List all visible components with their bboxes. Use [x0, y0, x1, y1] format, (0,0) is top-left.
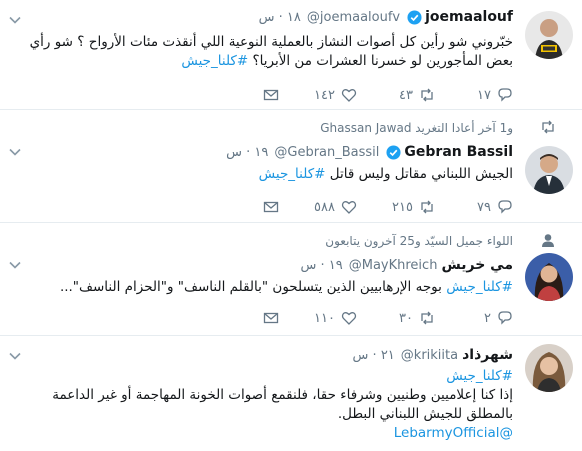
avatar[interactable] [525, 253, 573, 301]
hashtag-link[interactable]: #كلنا_جيش [259, 166, 326, 182]
reply-button[interactable]: ٢ [435, 310, 513, 326]
direct-message-button[interactable] [249, 199, 279, 215]
tweet-text: خبّروني شو رأين كل أصوات النشاز بالعملية… [23, 33, 513, 71]
reply-icon [498, 311, 512, 325]
direct-message-button[interactable] [249, 310, 279, 326]
author-name[interactable]: شهرذاد [462, 347, 513, 363]
author-handle[interactable]: @krikiita [401, 348, 458, 363]
like-count: ١٤٢ [314, 87, 335, 103]
person-follow-icon [542, 234, 554, 247]
tweet-text-line-2: بعض المأجورين لو خسرنا العشرات من الأبري… [23, 52, 513, 71]
author-handle[interactable]: @MayKhreich [349, 258, 438, 273]
chevron-down-icon[interactable] [9, 14, 21, 26]
mail-icon [263, 89, 279, 101]
context-text[interactable]: Ghassan Jawad و1 آخر أعادا التغريد [320, 121, 513, 135]
tweet-text: #كلنا_جيش إذا كنا إعلاميين وطنيين وشرفاء… [23, 367, 513, 443]
context-text[interactable]: اللواء جميل السيّد و25 آخرون يتابعون [325, 234, 513, 248]
tweet-text-line: إذا كنا إعلاميين وطنيين وشرفاء حقا، فلنق… [52, 387, 513, 403]
hashtag-link[interactable]: #كلنا_جيش [23, 367, 513, 386]
verified-badge-icon [407, 9, 422, 25]
tweet-time[interactable]: ١٩ · س [300, 258, 342, 273]
chevron-down-icon[interactable] [9, 350, 21, 362]
author-handle[interactable]: @joemaaloufv [307, 10, 400, 25]
retweet-button[interactable]: ٢١٥ [357, 199, 435, 215]
tweet-text-line-1: #كلنا_جيش بوجه الإرهابيين الذين يتسلحون … [23, 278, 513, 297]
tweet-time[interactable]: ١٩ · س [226, 145, 268, 160]
direct-message-button[interactable] [249, 87, 279, 103]
chevron-down-icon[interactable] [9, 259, 21, 271]
tweet-time[interactable]: ٢١ · س [353, 348, 395, 363]
verified-badge-icon [386, 144, 401, 160]
author-name[interactable]: مي خريش [441, 257, 513, 273]
retweet-count: ٣٠ [399, 310, 413, 326]
avatar[interactable] [525, 146, 573, 194]
mail-icon [263, 312, 279, 324]
tweet-joemaalouf[interactable]: joemaalouf @joemaaloufv ١٨ · س خبّروني ش… [0, 0, 582, 110]
like-button[interactable]: ١١٠ [279, 310, 357, 326]
tweet-text-line: بعض المأجورين لو خسرنا العشرات من الأبري… [252, 53, 513, 69]
retweet-count: ٢١٥ [392, 199, 413, 215]
reply-icon [498, 200, 512, 214]
heart-icon [341, 89, 357, 102]
author-name[interactable]: joemaalouf [425, 9, 513, 25]
retweet-button[interactable]: ٤٣ [357, 87, 435, 103]
tweet-krikiita[interactable]: شهرذاد @krikiita ٢١ · س #كلنا_جيش إذا كن… [0, 336, 582, 451]
reply-button[interactable]: ١٧ [435, 87, 513, 103]
mention-link[interactable]: @LebarmyOfficial [394, 425, 513, 441]
retweet-button[interactable]: ٣٠ [357, 310, 435, 326]
reply-count: ٢ [484, 310, 491, 326]
reply-count: ٧٩ [477, 199, 491, 215]
tweet-text: الجيش اللبناني مقاتل وليس قاتل #كلنا_جيش [23, 165, 513, 184]
tweet-text: #كلنا_جيش بوجه الإرهابيين الذين يتسلحون … [23, 278, 513, 297]
reply-button[interactable]: ٧٩ [435, 199, 513, 215]
like-count: ٥٨٨ [314, 199, 335, 215]
tweet-text-line: بوجه الإرهابيين الذين يتسلحون "بالقلم ال… [59, 279, 442, 295]
retweet-icon [421, 200, 433, 214]
retweet-context-icon [542, 120, 554, 134]
reply-icon [498, 88, 512, 102]
retweet-icon [421, 311, 433, 325]
reply-count: ١٧ [477, 87, 491, 103]
follow-context: اللواء جميل السيّد و25 آخرون يتابعون [325, 233, 513, 249]
retweet-context: Ghassan Jawad و1 آخر أعادا التغريد [320, 120, 513, 136]
retweet-count: ٤٣ [399, 87, 413, 103]
author-handle[interactable]: @Gebran_Bassil [274, 145, 379, 160]
tweet-time[interactable]: ١٨ · س [259, 10, 301, 25]
hashtag-link[interactable]: #كلنا_جيش [446, 279, 513, 295]
author-name[interactable]: Gebran Bassil [404, 144, 513, 160]
tweet-text-line-1: الجيش اللبناني مقاتل وليس قاتل #كلنا_جيش [23, 165, 513, 184]
hashtag-link[interactable]: #كلنا_جيش [181, 53, 248, 69]
avatar[interactable] [525, 344, 573, 392]
chevron-down-icon[interactable] [9, 146, 21, 158]
like-count: ١١٠ [314, 310, 335, 326]
tweet-text-line: الجيش اللبناني مقاتل وليس قاتل [329, 166, 513, 182]
like-button[interactable]: ٥٨٨ [279, 199, 357, 215]
retweet-icon [421, 88, 433, 102]
mail-icon [263, 201, 279, 213]
tweet-text-line: خبّروني شو رأين كل أصوات النشاز بالعملية… [29, 34, 513, 50]
tweet-gebran-bassil[interactable]: Ghassan Jawad و1 آخر أعادا التغريد Gebra… [0, 110, 582, 223]
like-button[interactable]: ١٤٢ [279, 87, 357, 103]
heart-icon [341, 312, 357, 325]
tweet-may-khreich[interactable]: اللواء جميل السيّد و25 آخرون يتابعون مي … [0, 223, 582, 336]
avatar[interactable] [525, 11, 573, 59]
heart-icon [341, 201, 357, 214]
tweet-text-line: بالمطلق للجيش اللبناني البطل. [337, 406, 513, 422]
